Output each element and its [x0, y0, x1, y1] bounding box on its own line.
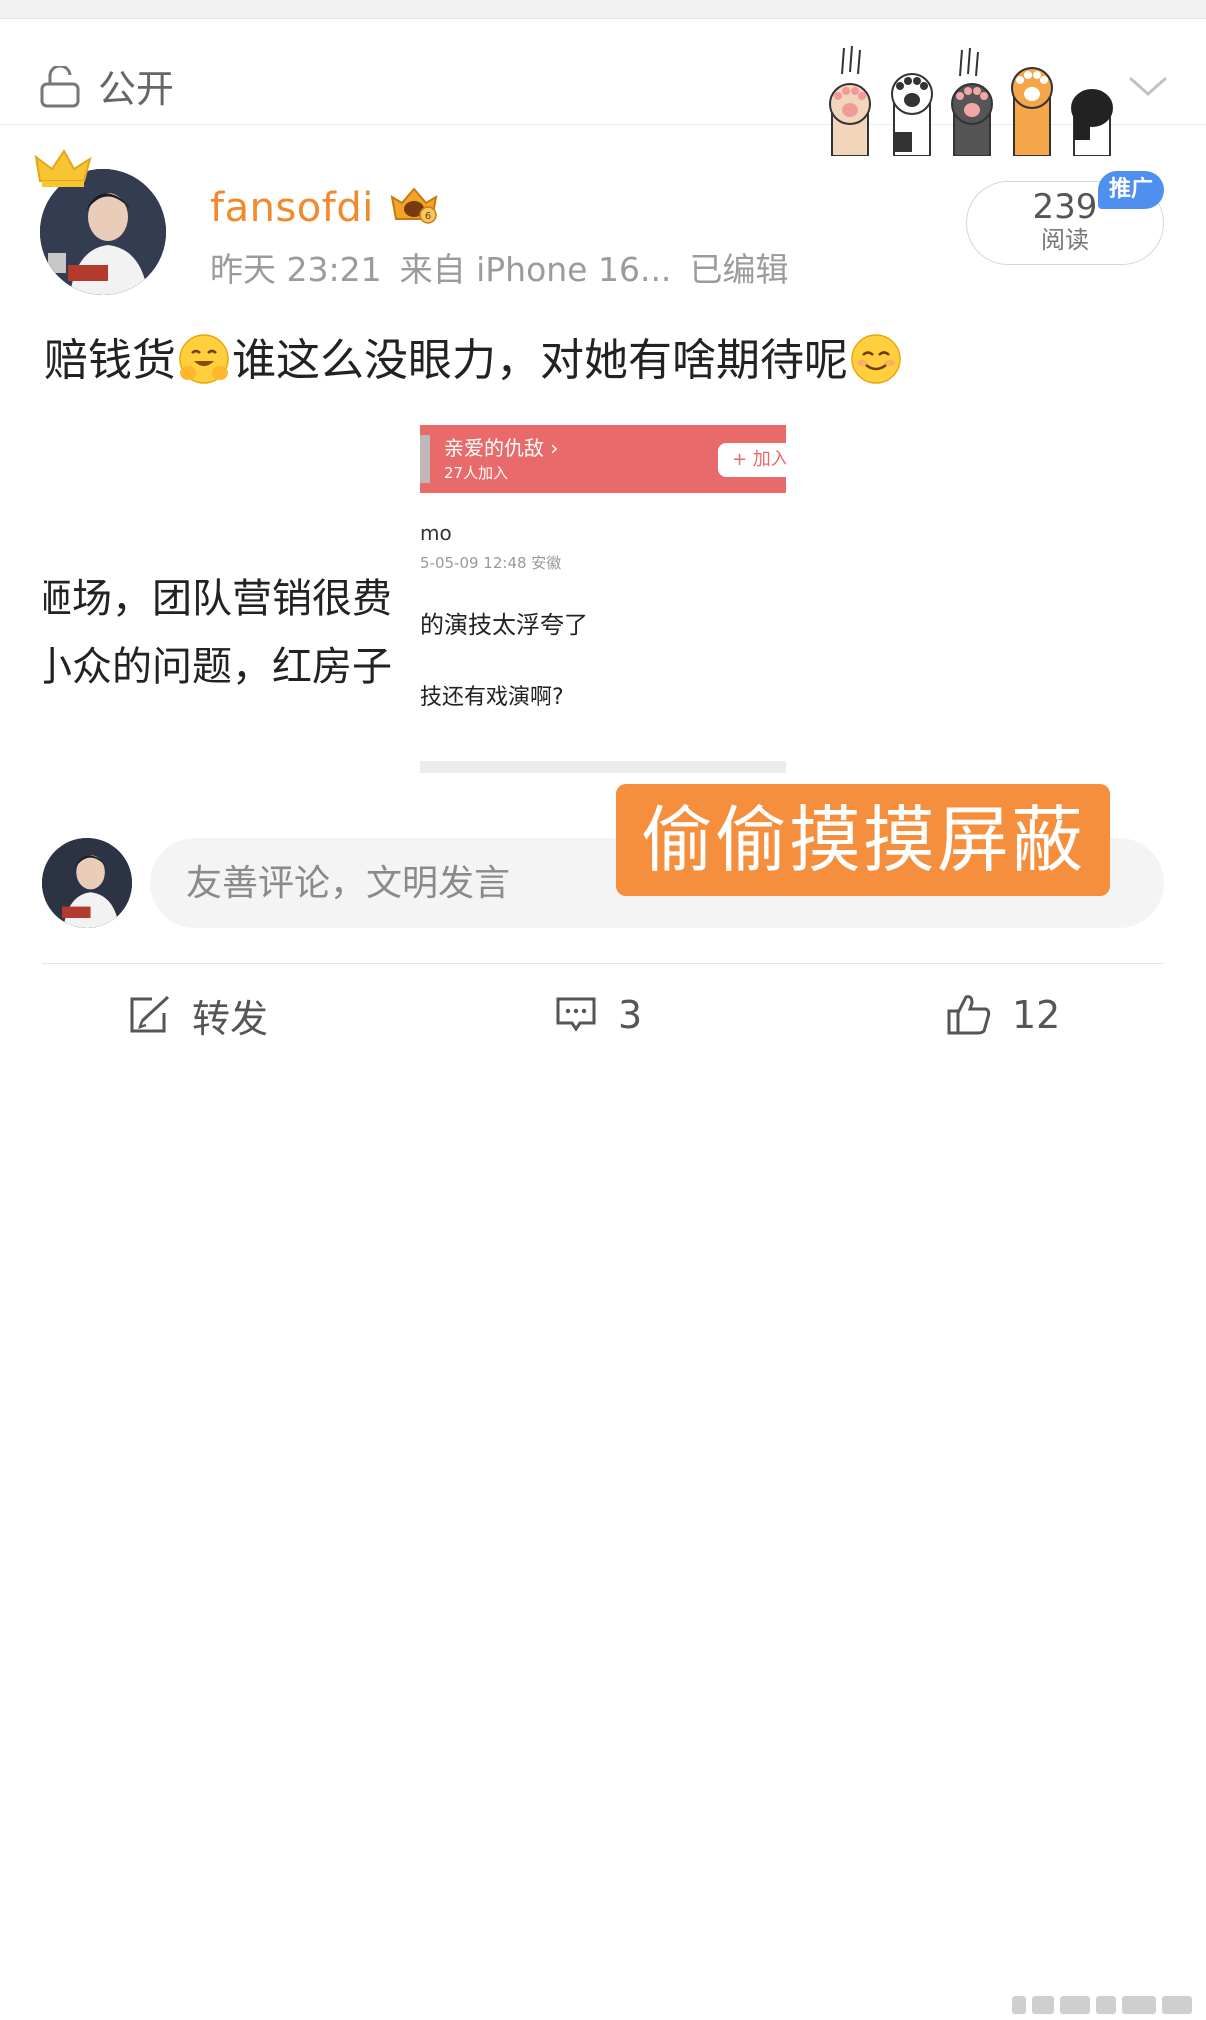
smile-emoji-icon	[851, 334, 901, 384]
post-edited[interactable]: 已编辑	[689, 250, 788, 289]
left-image-line: 砸场，团队营销很费	[44, 576, 392, 622]
repost-label: 转发	[192, 996, 269, 1041]
chevron-down-icon[interactable]	[1126, 68, 1170, 104]
post-time: 昨天 23:21	[210, 250, 382, 289]
like-button[interactable]: 12	[946, 990, 1060, 1040]
left-image-crop[interactable]: 砸场，团队营销很费 小众的问题，红房子	[44, 565, 410, 705]
visibility-row[interactable]: 公开	[0, 18, 1206, 156]
sticker-overlay: 偷偷摸摸屏蔽	[616, 784, 1110, 896]
like-count: 12	[1012, 993, 1061, 1037]
post-text: 赔钱货 谁这么没眼力，对她有啥期待呢	[44, 333, 904, 389]
status-strip	[0, 0, 1206, 19]
like-icon	[947, 995, 991, 1035]
comment-button[interactable]: 3	[554, 990, 642, 1040]
comment-icon	[556, 997, 596, 1032]
cat-paws-decoration	[829, 45, 1113, 156]
hug-emoji-icon	[179, 334, 229, 384]
screenshot-text-line: 的演技太浮夸了	[420, 611, 588, 639]
watermark	[1004, 1992, 1200, 2018]
left-image-line: 小众的问题，红房子	[44, 644, 392, 690]
author-avatar-wrap[interactable]	[34, 147, 168, 295]
promo-tag[interactable]: 推广	[1098, 171, 1164, 209]
group-thumb	[420, 435, 430, 483]
group-title: 亲爱的仇敌 ›	[444, 436, 559, 460]
vip-badge-icon[interactable]: 6	[386, 183, 442, 229]
screenshot-image[interactable]: 亲爱的仇敌 › 27人加入 + 加入 mo 5-05-09 12:48 安徽 的…	[420, 425, 786, 775]
post-meta: 昨天 23:21 来自 iPhone 16... 已编辑	[210, 249, 806, 291]
screenshot-text-line: 技还有戏演啊?	[420, 685, 564, 710]
author-username[interactable]: fansofdi	[210, 183, 374, 233]
screenshot-time: 5-05-09 12:48 安徽	[420, 554, 562, 572]
group-header: 亲爱的仇敌 › 27人加入 + 加入	[420, 425, 786, 493]
group-member-count: 27人加入	[444, 464, 509, 482]
action-bar: 转发 3 12	[0, 964, 1206, 2018]
repost-icon	[130, 995, 170, 1033]
repost-button[interactable]: 转发	[128, 990, 269, 1041]
lock-icon	[40, 66, 80, 108]
group-join-button: + 加入	[718, 443, 786, 477]
crown-icon	[34, 149, 92, 187]
post-text-part2: 谁这么没眼力，对她有啥期待呢	[232, 335, 848, 386]
post-text-part1: 赔钱货	[44, 335, 176, 386]
comment-count: 3	[618, 993, 643, 1037]
read-label: 阅读	[1041, 226, 1089, 254]
avatar[interactable]	[42, 838, 132, 928]
visibility-label: 公开	[98, 67, 175, 111]
screenshot-username: mo	[420, 521, 452, 545]
screenshot-divider	[420, 761, 786, 773]
svg-text:6: 6	[425, 211, 431, 222]
post-media[interactable]: 砸场，团队营销很费 小众的问题，红房子 亲爱的仇敌 › 27人加入 + 加入 m…	[0, 425, 1206, 785]
post-source: 来自 iPhone 16...	[399, 250, 672, 289]
